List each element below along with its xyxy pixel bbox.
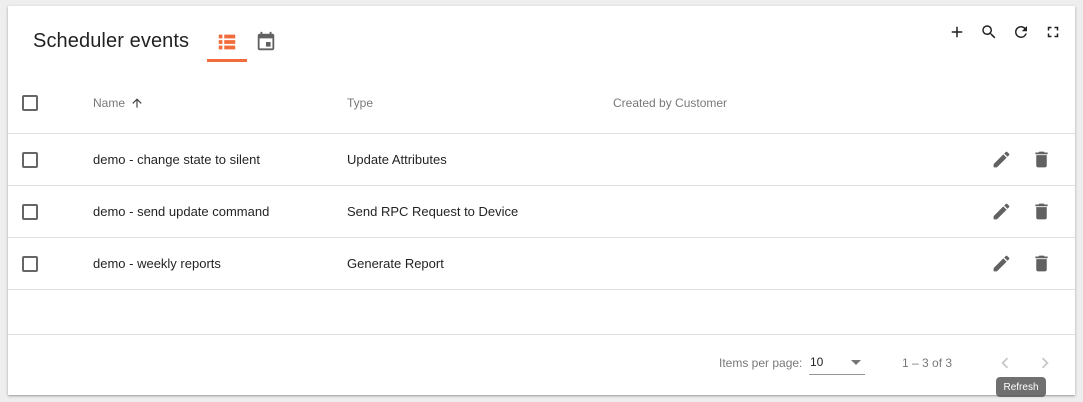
select-all-checkbox[interactable] (22, 95, 38, 111)
add-icon (951, 26, 963, 38)
dropdown-arrow-icon (851, 360, 861, 365)
footer-divider (8, 334, 1075, 335)
calendar-view-button[interactable] (246, 26, 286, 58)
row-divider (8, 237, 1075, 238)
row-name: demo - weekly reports (93, 256, 221, 271)
items-per-page-select[interactable]: 10 (809, 348, 865, 375)
row-checkbox[interactable] (22, 152, 38, 168)
search-button[interactable] (977, 20, 1001, 44)
next-page-button[interactable] (1033, 351, 1057, 375)
chevron-right-icon (1041, 357, 1049, 369)
row-checkbox[interactable] (22, 204, 38, 220)
add-button[interactable] (945, 20, 969, 44)
column-header-name-label: Name (93, 96, 126, 110)
edit-icon (993, 203, 1009, 219)
edit-button[interactable] (989, 251, 1013, 275)
search-icon (982, 25, 996, 39)
list-view-button[interactable] (207, 26, 247, 58)
edit-icon (993, 255, 1009, 271)
delete-icon (1034, 203, 1048, 219)
list-icon (218, 34, 236, 50)
edit-button[interactable] (989, 147, 1013, 171)
delete-button[interactable] (1029, 199, 1053, 223)
fullscreen-icon (1047, 26, 1059, 38)
refresh-icon (1015, 26, 1027, 38)
refresh-tooltip: Refresh (996, 377, 1046, 397)
fullscreen-button[interactable] (1041, 20, 1065, 44)
items-per-page-label: Items per page: (719, 356, 803, 370)
calendar-icon (257, 31, 275, 51)
page-range: 1 – 3 of 3 (902, 356, 953, 370)
header-divider (8, 133, 1075, 134)
row-type: Generate Report (347, 256, 444, 271)
edit-button[interactable] (989, 199, 1013, 223)
delete-button[interactable] (1029, 147, 1053, 171)
previous-page-button[interactable] (993, 351, 1017, 375)
row-type: Update Attributes (347, 152, 447, 167)
active-view-indicator (207, 59, 247, 62)
edit-icon (993, 151, 1009, 167)
row-divider (8, 185, 1075, 186)
row-name: demo - change state to silent (93, 152, 260, 167)
delete-icon (1034, 255, 1048, 271)
refresh-button[interactable] (1009, 20, 1033, 44)
row-divider (8, 289, 1075, 290)
row-name: demo - send update command (93, 204, 270, 219)
arrow-upward-icon (132, 98, 142, 108)
delete-icon (1034, 151, 1048, 167)
delete-button[interactable] (1029, 251, 1053, 275)
chevron-left-icon (1001, 357, 1009, 369)
column-header-name[interactable]: Name (93, 96, 144, 110)
column-header-type[interactable]: Type (347, 96, 373, 110)
column-header-customer[interactable]: Created by Customer (613, 96, 727, 110)
page-title: Scheduler events (33, 30, 190, 52)
row-type: Send RPC Request to Device (347, 204, 519, 219)
scheduler-events-card: Scheduler events Name Type Created by Cu… (8, 6, 1075, 397)
row-checkbox[interactable] (22, 256, 38, 272)
items-per-page-value: 10 (810, 355, 824, 369)
